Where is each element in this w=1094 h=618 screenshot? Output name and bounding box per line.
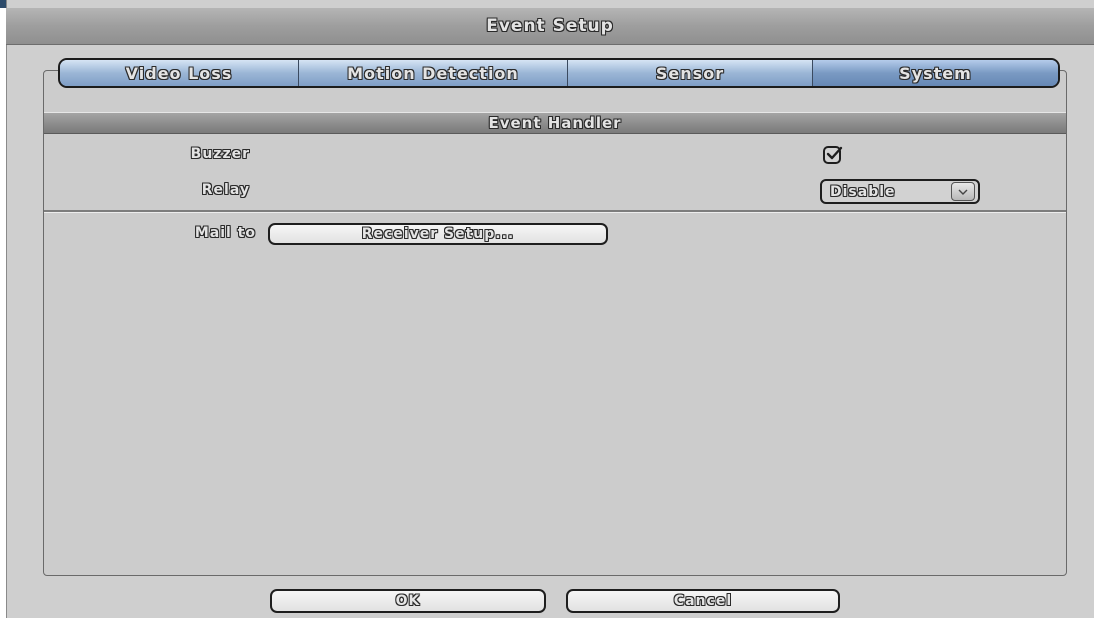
buzzer-label: Buzzer	[190, 146, 250, 162]
window-title: Event Setup	[6, 8, 1094, 45]
chevron-down-icon[interactable]	[951, 182, 975, 201]
tab-sensor[interactable]: Sensor	[568, 60, 813, 86]
relay-select-value: Disable	[830, 183, 896, 200]
relay-label: Relay	[201, 182, 250, 198]
check-icon	[826, 146, 843, 160]
mail-to-label: Mail to	[194, 225, 256, 241]
section-divider	[44, 210, 1066, 213]
tab-bar: Video Loss Motion Detection Sensor Syste…	[58, 58, 1060, 88]
cancel-button[interactable]: Cancel	[566, 589, 840, 613]
tab-video-loss[interactable]: Video Loss	[60, 60, 299, 86]
tab-motion-detection[interactable]: Motion Detection	[299, 60, 568, 86]
buzzer-checkbox[interactable]	[823, 146, 843, 164]
relay-select[interactable]: Disable	[820, 179, 980, 204]
section-header-event-handler: Event Handler	[44, 112, 1066, 134]
tab-system[interactable]: System	[813, 60, 1058, 86]
ok-button[interactable]: OK	[270, 589, 546, 613]
receiver-setup-button[interactable]: Receiver Setup...	[268, 223, 608, 245]
